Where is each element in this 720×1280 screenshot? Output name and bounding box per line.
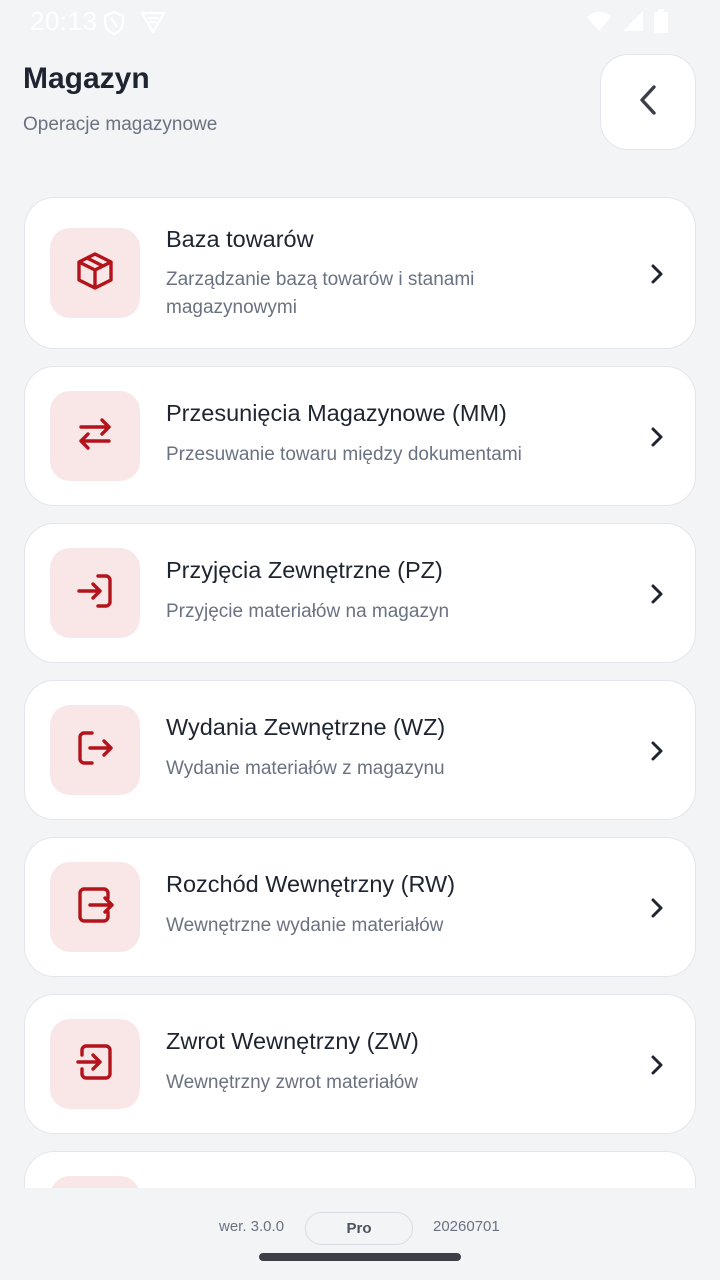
- menu-item-title: Przesunięcia Magazynowe (MM): [166, 400, 507, 426]
- status-bar: 20:13: [0, 0, 720, 44]
- menu-item-wydania-wz[interactable]: Wydania Zewnętrzne (WZ) Wydanie materiał…: [24, 680, 696, 820]
- item-icon-tile: [50, 228, 140, 318]
- menu-item-description: Wewnętrzny zwrot materiałów: [166, 1072, 419, 1093]
- chevron-left-icon: [636, 83, 660, 122]
- page-header: Magazyn Operacje magazynowe: [23, 62, 217, 136]
- chevron-right-icon: [645, 896, 669, 920]
- menu-item-title: Baza towarów: [166, 226, 314, 252]
- menu-item-zwrot-zw[interactable]: Zwrot Wewnętrzny (ZW) Wewnętrzny zwrot m…: [24, 994, 696, 1134]
- battery-icon: [654, 9, 668, 38]
- menu-item-baza-towarow[interactable]: Baza towarów Zarządzanie bazą towarów i …: [24, 197, 696, 349]
- item-icon-tile: [50, 862, 140, 952]
- item-icon-tile: [50, 548, 140, 638]
- menu-item-description: Wewnętrzne wydanie materiałów: [166, 915, 444, 936]
- box-icon: [74, 250, 116, 297]
- chevron-right-icon: [645, 425, 669, 449]
- home-indicator[interactable]: [259, 1253, 461, 1261]
- menu-item-title: Wydania Zewnętrzne (WZ): [166, 714, 446, 740]
- menu-item-description: Zarządzanie bazą towarów i stanami magaz…: [166, 269, 475, 318]
- edition-badge: Pro: [305, 1212, 413, 1245]
- menu-item-title: Zwrot Wewnętrzny (ZW): [166, 1028, 419, 1054]
- chevron-right-icon: [645, 582, 669, 606]
- page-title: Magazyn: [23, 62, 150, 95]
- transfer-arrows-icon: [74, 413, 116, 460]
- back-button[interactable]: [600, 54, 696, 150]
- menu-item-description: Wydanie materiałów z magazynu: [166, 758, 445, 779]
- shield-icon: [102, 10, 126, 41]
- version-label: wer. 3.0.0: [219, 1218, 285, 1235]
- page-subtitle: Operacje magazynowe: [23, 114, 218, 135]
- cellular-icon: [622, 10, 644, 37]
- box-arrow-out-icon: [74, 884, 116, 931]
- app-footer: wer. 3.0.0 Pro 20260701: [0, 1212, 720, 1245]
- status-time: 20:13: [30, 6, 98, 36]
- menu-item-description: Przesuwanie towaru między dokumentami: [166, 444, 522, 465]
- log-out-icon: [74, 727, 116, 774]
- menu-list[interactable]: Baza towarów Zarządzanie bazą towarów i …: [0, 190, 720, 1188]
- item-icon-tile: [50, 391, 140, 481]
- vpn-icon: [140, 10, 166, 41]
- item-icon-tile: [50, 1176, 140, 1188]
- menu-item-title: Przyjęcia Zewnętrzne (PZ): [166, 557, 443, 583]
- chevron-right-icon: [645, 1053, 669, 1077]
- menu-item-description: Przyjęcie materiałów na magazyn: [166, 601, 450, 622]
- menu-item-partial[interactable]: [24, 1151, 696, 1188]
- menu-item-przyjecia-pz[interactable]: Przyjęcia Zewnętrzne (PZ) Przyjęcie mate…: [24, 523, 696, 663]
- item-icon-tile: [50, 1019, 140, 1109]
- build-label: 20260701: [433, 1218, 500, 1235]
- menu-item-rozchod-rw[interactable]: Rozchód Wewnętrzny (RW) Wewnętrzne wydan…: [24, 837, 696, 977]
- chevron-right-icon: [645, 262, 669, 286]
- log-in-icon: [74, 570, 116, 617]
- box-arrow-in-icon: [74, 1041, 116, 1088]
- menu-item-title: Rozchód Wewnętrzny (RW): [166, 871, 456, 897]
- chevron-right-icon: [645, 739, 669, 763]
- item-icon-tile: [50, 705, 140, 795]
- menu-item-przesuniecia-mm[interactable]: Przesunięcia Magazynowe (MM) Przesuwanie…: [24, 366, 696, 506]
- wifi-icon: [586, 10, 612, 37]
